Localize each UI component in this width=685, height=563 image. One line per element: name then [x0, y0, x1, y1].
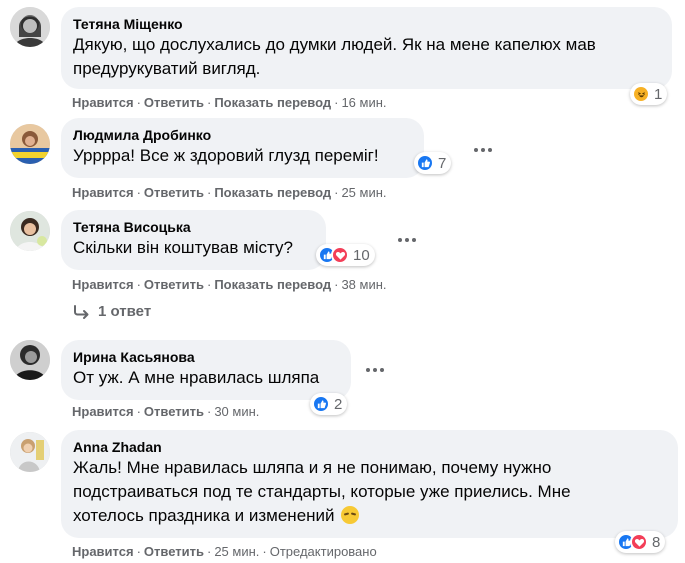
- avatar[interactable]: [10, 211, 50, 251]
- avatar[interactable]: [10, 340, 50, 380]
- comment-bubble: Тетяна Міщенко Дякую, що дослухались до …: [61, 7, 672, 89]
- reaction-count: 10: [353, 246, 370, 264]
- timestamp[interactable]: 30 мин.: [214, 404, 259, 419]
- like-reaction-icon: [416, 154, 434, 172]
- pensive-face-emoji-icon: [341, 506, 360, 524]
- like-link[interactable]: Нравится: [72, 544, 134, 559]
- comment-text-line: хотелось праздника и изменений: [73, 506, 335, 525]
- timestamp[interactable]: 25 мин.: [214, 544, 259, 559]
- timestamp[interactable]: 38 мин.: [341, 277, 386, 292]
- reply-arrow-icon: [74, 304, 89, 319]
- comment-text-line: подстраиваться под те стандарты, которые…: [73, 482, 571, 501]
- reaction-count: 7: [438, 154, 447, 172]
- comment-text-line: Скільки він коштував місту?: [73, 238, 293, 257]
- reply-link[interactable]: Ответить: [144, 277, 204, 292]
- avatar[interactable]: [10, 124, 50, 164]
- avatar[interactable]: [10, 432, 50, 472]
- like-link[interactable]: Нравится: [72, 404, 134, 419]
- more-options-icon[interactable]: [392, 230, 422, 250]
- translate-link[interactable]: Показать перевод: [214, 277, 331, 292]
- reply-link[interactable]: Ответить: [144, 95, 204, 110]
- comment-actions: Нравится · Ответить · 30 мин.: [72, 404, 260, 419]
- comment-text-line: Жаль! Мне нравилась шляпа и я не понимаю…: [73, 458, 552, 477]
- like-link[interactable]: Нравится: [72, 277, 134, 292]
- comment-actions: Нравится · Ответить · Показать перевод · 16 ми…: [72, 95, 387, 110]
- reactions-badge[interactable]: 8: [615, 531, 666, 553]
- translate-link[interactable]: Показать перевод: [214, 185, 331, 200]
- comment-text-line: Урррра! Все ж здоровий глузд переміг!: [73, 146, 379, 165]
- reactions-badge[interactable]: 2: [310, 393, 348, 415]
- love-reaction-icon: [630, 533, 648, 551]
- haha-reaction-icon: [632, 85, 650, 103]
- comment-bubble: Ирина Касьянова От уж. А мне нравилась ш…: [61, 340, 351, 400]
- comment-text-line: От уж. А мне нравилась шляпа: [73, 368, 320, 387]
- reactions-badge[interactable]: 1: [630, 83, 668, 105]
- author-name[interactable]: Ирина Касьянова: [73, 348, 339, 366]
- comment-text-line: Дякую, що дослухались до думки людей. Як…: [73, 35, 596, 54]
- like-reaction-icon: [312, 395, 330, 413]
- timestamp[interactable]: 25 мин.: [341, 185, 386, 200]
- reply-link[interactable]: Ответить: [144, 404, 204, 419]
- author-name[interactable]: Людмила Дробинко: [73, 126, 412, 144]
- author-name[interactable]: Anna Zhadan: [73, 438, 666, 456]
- comment-actions: Нравится · Ответить · Показать перевод · 38 ми…: [72, 277, 387, 292]
- translate-link[interactable]: Показать перевод: [214, 95, 331, 110]
- like-link[interactable]: Нравится: [72, 185, 134, 200]
- like-link[interactable]: Нравится: [72, 95, 134, 110]
- comment-bubble: Anna Zhadan Жаль! Мне нравилась шляпа и …: [61, 430, 678, 538]
- comment-bubble: Тетяна Висоцька Скільки він коштував міс…: [61, 210, 326, 270]
- reply-link[interactable]: Ответить: [144, 185, 204, 200]
- comment-bubble: Людмила Дробинко Урррра! Все ж здоровий …: [61, 118, 424, 178]
- author-name[interactable]: Тетяна Міщенко: [73, 15, 660, 33]
- more-options-icon[interactable]: [360, 360, 390, 380]
- edited-label[interactable]: Отредактировано: [270, 544, 377, 559]
- comment-actions: Нравится · Ответить · Показать перевод · 25 ми…: [72, 185, 387, 200]
- more-options-icon[interactable]: [468, 140, 498, 160]
- comment-text-line: предурукуватий вигляд.: [73, 59, 261, 78]
- author-name[interactable]: Тетяна Висоцька: [73, 218, 314, 236]
- reactions-badge[interactable]: 7: [414, 152, 452, 174]
- reaction-count: 8: [652, 533, 661, 551]
- reaction-count: 1: [654, 85, 663, 103]
- view-replies-link[interactable]: 1 ответ: [72, 303, 151, 320]
- comment-actions: Нравится · Ответить · 25 мин. · Отредактирован…: [72, 544, 377, 559]
- replies-count-label: 1 ответ: [98, 303, 152, 320]
- reactions-badge[interactable]: 10: [316, 244, 375, 266]
- timestamp[interactable]: 16 мин.: [341, 95, 386, 110]
- avatar[interactable]: [10, 7, 50, 47]
- reaction-count: 2: [334, 395, 343, 413]
- love-reaction-icon: [331, 246, 349, 264]
- reply-link[interactable]: Ответить: [144, 544, 204, 559]
